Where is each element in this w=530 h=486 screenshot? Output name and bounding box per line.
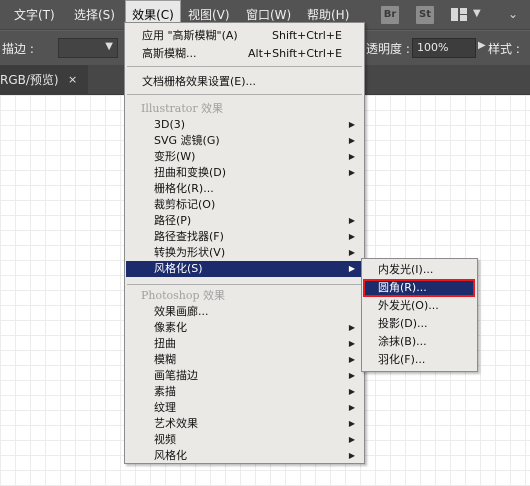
menu-item-photoshop-effect[interactable]: 艺术效果 ▶ [126, 416, 363, 432]
opacity-expand-icon[interactable]: ▶ [478, 40, 486, 51]
opacity-input[interactable]: 100% [412, 38, 476, 58]
document-tab[interactable]: RGB/预览) × [0, 65, 88, 95]
menu-item-photoshop-effect[interactable]: 效果画廊... [126, 304, 363, 320]
menu-item-illustrator-effect[interactable]: 变形(W) ▶ [126, 149, 363, 165]
menu-item-raster-settings[interactable]: 文档栅格效果设置(E)... [126, 74, 363, 90]
menu-item-photoshop-effect[interactable]: 模糊 ▶ [126, 352, 363, 368]
submenu-arrow-icon: ▶ [348, 339, 355, 348]
menu-item-illustrator-effect[interactable]: 转换为形状(V) ▶ [126, 245, 363, 261]
menu-item-apply-last-effect[interactable]: 应用 "高斯模糊"(A) Shift+Ctrl+E [126, 28, 363, 44]
menu-item-illustrator-effect[interactable]: 3D(3) ▶ [126, 117, 363, 133]
section-header-photoshop: Photoshop 效果 [141, 289, 226, 302]
submenu-arrow-icon: ▶ [348, 419, 355, 428]
menu-item-photoshop-effect[interactable]: 画笔描边 ▶ [126, 368, 363, 384]
chevron-down-icon: ▼ [105, 41, 113, 52]
submenu-arrow-icon: ▶ [348, 232, 355, 241]
menu-item-illustrator-effect[interactable]: SVG 滤镜(G) ▶ [126, 133, 363, 149]
submenu-arrow-icon: ▶ [348, 120, 355, 129]
menu-type[interactable]: 文字(T) [12, 0, 57, 30]
section-header-illustrator: Illustrator 效果 [141, 102, 224, 115]
stroke-label: 描边 : [2, 42, 34, 56]
menu-item-illustrator-effect[interactable]: 裁剪标记(O) [126, 197, 363, 213]
submenu-arrow-icon: ▶ [348, 403, 355, 412]
effect-menu: 应用 "高斯模糊"(A) Shift+Ctrl+E 高斯模糊... Alt+Sh… [124, 22, 365, 464]
document-tab-label: RGB/预览) [0, 73, 59, 87]
menu-item-photoshop-effect[interactable]: 风格化 ▶ [126, 448, 363, 464]
menu-select[interactable]: 选择(S) [72, 0, 117, 30]
submenu-arrow-icon: ▶ [348, 152, 355, 161]
grid-layout-icon[interactable] [451, 8, 467, 21]
menu-item-photoshop-effect[interactable]: 纹理 ▶ [126, 400, 363, 416]
submenu-arrow-icon: ▶ [348, 248, 355, 257]
submenu-item-stylize[interactable]: 外发光(O)... [363, 298, 475, 314]
menu-item-illustrator-effect[interactable]: 扭曲和变换(D) ▶ [126, 165, 363, 181]
menu-item-illustrator-effect[interactable]: 路径查找器(F) ▶ [126, 229, 363, 245]
submenu-arrow-icon: ▶ [348, 264, 355, 273]
submenu-arrow-icon: ▶ [348, 216, 355, 225]
menu-item-photoshop-effect[interactable]: 扭曲 ▶ [126, 336, 363, 352]
submenu-arrow-icon: ▶ [348, 136, 355, 145]
submenu-item-stylize[interactable]: 圆角(R)... [363, 279, 475, 297]
chevron-down-icon[interactable]: ▼ [473, 8, 481, 19]
submenu-arrow-icon: ▶ [348, 387, 355, 396]
menu-separator [127, 94, 362, 95]
style-label: 样式 : [488, 42, 520, 56]
submenu-item-stylize[interactable]: 投影(D)... [363, 316, 475, 332]
stroke-weight-select[interactable]: ▼ [58, 38, 118, 58]
menu-item-photoshop-effect[interactable]: 视频 ▶ [126, 432, 363, 448]
submenu-arrow-icon: ▶ [348, 323, 355, 332]
menu-item-photoshop-effect[interactable]: 像素化 ▶ [126, 320, 363, 336]
bridge-icon[interactable]: Br [381, 6, 399, 24]
submenu-item-stylize[interactable]: 内发光(I)... [363, 262, 475, 278]
menu-item-last-effect[interactable]: 高斯模糊... Alt+Shift+Ctrl+E [126, 46, 363, 62]
stylize-submenu: 内发光(I)... 圆角(R)... 外发光(O)... 投影(D)... 涂抹(B).… [361, 258, 478, 372]
menu-item-illustrator-effect[interactable]: 路径(P) ▶ [126, 213, 363, 229]
stock-icon[interactable]: St [416, 6, 434, 24]
submenu-arrow-icon: ▶ [348, 451, 355, 460]
submenu-item-stylize[interactable]: 羽化(F)... [363, 352, 475, 368]
menu-item-photoshop-effect[interactable]: 素描 ▶ [126, 384, 363, 400]
menu-item-illustrator-effect[interactable]: 栅格化(R)... [126, 181, 363, 197]
menu-separator [127, 66, 362, 67]
submenu-arrow-icon: ▶ [348, 435, 355, 444]
menu-item-illustrator-effect[interactable]: 风格化(S) ▶ [126, 261, 363, 277]
chevron-down-icon[interactable]: ⌄ [508, 7, 518, 21]
submenu-item-stylize[interactable]: 涂抹(B)... [363, 334, 475, 350]
close-icon[interactable]: × [68, 65, 77, 95]
opacity-label: 透明度 : [366, 42, 410, 56]
submenu-arrow-icon: ▶ [348, 168, 355, 177]
submenu-arrow-icon: ▶ [348, 355, 355, 364]
menu-separator [127, 284, 362, 285]
submenu-arrow-icon: ▶ [348, 371, 355, 380]
